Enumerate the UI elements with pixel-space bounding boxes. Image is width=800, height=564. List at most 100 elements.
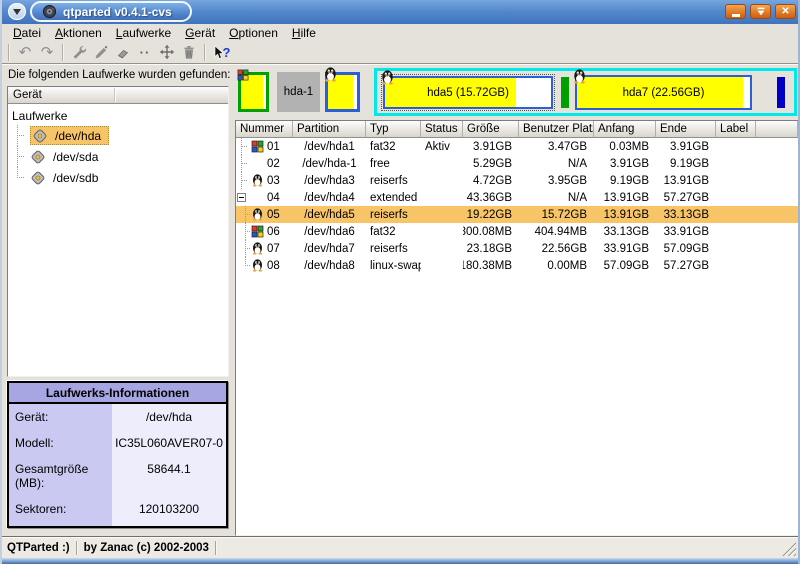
menubar: Datei Aktionen Laufwerke Gerät Optionen … [2,24,798,41]
resize-grip[interactable] [782,542,796,556]
statusbar-app-text: QTParted :) [7,542,70,554]
table-row-hda1[interactable]: 01 /dev/hda1 fat32 Aktiv 3.91GB 3.47GB 0… [236,138,798,155]
cell-benutzer-platz: 15.72GB [519,206,594,223]
column-header-benutzer-platz[interactable]: Benutzer Platz [519,121,594,138]
cell-groesse: 23.18GB [463,240,519,257]
cell-anfang: 57.09GB [594,257,656,274]
tree-item-dev-sdb[interactable]: /dev/sdb [8,167,228,188]
whats-this-button[interactable]: ? [210,42,232,62]
menu-geraet[interactable]: Gerät [178,25,222,41]
partition-box-hda6[interactable] [561,77,569,108]
column-header-typ[interactable]: Typ [366,121,421,138]
move-button[interactable] [156,42,178,62]
close-button[interactable]: ✕ [775,4,796,19]
cell-status [421,223,463,240]
device-tree: Gerät Laufwerke /dev/hda /dev/sda [7,86,229,377]
menu-laufwerke[interactable]: Laufwerke [109,25,178,41]
info-label: Sektoren: [9,496,112,522]
column-header-anfang[interactable]: Anfang [594,121,656,138]
partition-box-free[interactable]: hda-1 [277,72,320,112]
menu-aktionen[interactable]: Aktionen [48,25,109,41]
properties-button[interactable] [68,42,90,62]
partition-box-hda5[interactable]: hda5 (15.72GB) [383,76,553,109]
maximize-button[interactable] [750,4,771,19]
column-header-nummer[interactable]: Nummer [236,121,293,138]
tree-root-item[interactable]: Laufwerke [8,107,228,125]
table-row-free[interactable]: 02 /dev/hda-1 free 5.29GB N/A 3.91GB 9.1… [236,155,798,172]
column-header-label[interactable]: Label [716,121,756,138]
cell-groesse: 800.08MB [463,223,519,240]
partition-box-hda3[interactable] [325,72,360,112]
partition-table: Nummer Partition Typ Status Größe Benutz… [235,120,799,536]
cell-partition: /dev/hda5 [293,206,366,223]
cell-benutzer-platz: 22.56GB [519,240,594,257]
menu-hilfe[interactable]: Hilfe [285,25,323,41]
info-value: IC35L060AVER07-0 [112,430,226,456]
tree-item-dev-sda[interactable]: /dev/sda [8,146,228,167]
tux-icon [573,69,586,84]
titlebar[interactable]: qtparted v0.4.1-cvs ✕ [0,0,800,24]
menu-datei[interactable]: Datei [6,25,48,41]
minimize-button[interactable] [725,4,746,19]
table-header: Nummer Partition Typ Status Größe Benutz… [236,121,798,138]
table-row-hda8[interactable]: 08 /dev/hda8 linux-swap 180.38MB 0.00MB … [236,257,798,274]
info-label: Status: [9,522,112,528]
redo-button[interactable]: ↷ [36,42,58,62]
harddisk-icon [30,170,46,186]
cell-status [421,240,463,257]
drive-info-title: Laufwerks-Informationen [9,383,226,404]
info-label: Modell: [9,430,112,456]
table-row-hda7[interactable]: 07 /dev/hda7 reiserfs 23.18GB 22.56GB 33… [236,240,798,257]
menu-optionen[interactable]: Optionen [222,25,285,41]
tree-header-label: Gerät [13,89,42,101]
table-row-hda5[interactable]: 05 /dev/hda5 reiserfs 19.22GB 15.72GB 13… [236,206,798,223]
toolbar-separator [8,44,10,61]
cell-label [716,138,756,155]
windows-icon [251,140,264,153]
collapse-expander-icon[interactable] [237,193,246,202]
column-header-ende[interactable]: Ende [656,121,716,138]
toolbar: ↶ ↷ ·· ? [2,41,798,64]
column-header-status[interactable]: Status [421,121,463,138]
delete-button[interactable] [178,42,200,62]
windows-icon [237,69,249,81]
selected-partition-outline: hda5 (15.72GB) [381,74,555,111]
cell-typ: linux-swap [366,257,421,274]
cell-benutzer-platz: 3.95GB [519,172,594,189]
free-space-label: hda-1 [284,86,313,98]
title-pill: qtparted v0.4.1-cvs [30,1,192,22]
cell-groesse: 43.36GB [463,189,519,206]
statusbar: QTParted :) by Zanac (c) 2002-2003 [2,536,798,558]
tux-icon [381,70,394,85]
format-button[interactable] [90,42,112,62]
info-label: Gerät: [9,404,112,430]
device-label: /dev/sdb [49,170,102,186]
table-row-hda3[interactable]: 03 /dev/hda3 reiserfs 4.72GB 3.95GB 9.19… [236,172,798,189]
partition-box-hda8[interactable] [777,77,785,108]
column-header-groesse[interactable]: Größe [463,121,519,138]
cell-typ: free [366,155,421,172]
cell-anfang: 13.91GB [594,206,656,223]
resize-button[interactable]: ·· [134,42,156,62]
cell-partition: /dev/hda1 [293,138,366,155]
cell-partition: /dev/hda4 [293,189,366,206]
found-drives-label: Die folgenden Laufwerke wurden gefunden: [8,69,231,81]
partition-box-hda1[interactable] [238,72,269,112]
erase-button[interactable] [112,42,134,62]
table-row-hda6[interactable]: 06 /dev/hda6 fat32 800.08MB 404.94MB 33.… [236,223,798,240]
window-menu-button[interactable] [8,3,26,20]
tree-column-header[interactable]: Gerät [8,87,228,104]
cell-groesse: 5.29GB [463,155,519,172]
harddisk-icon [32,128,48,144]
partition-box-hda7[interactable]: hda7 (22.56GB) [575,75,752,110]
resize-dots-icon: ·· [140,45,151,60]
tree-item-dev-hda[interactable]: /dev/hda [8,125,228,146]
undo-icon: ↶ [19,45,32,60]
column-header-partition[interactable]: Partition [293,121,366,138]
cell-typ: fat32 [366,223,421,240]
undo-button[interactable]: ↶ [14,42,36,62]
statusbar-divider [215,541,217,555]
cell-benutzer-platz: 0.00MB [519,257,594,274]
column-divider[interactable] [114,88,116,102]
table-row-hda4[interactable]: 04 /dev/hda4 extended 43.36GB N/A 13.91G… [236,189,798,206]
